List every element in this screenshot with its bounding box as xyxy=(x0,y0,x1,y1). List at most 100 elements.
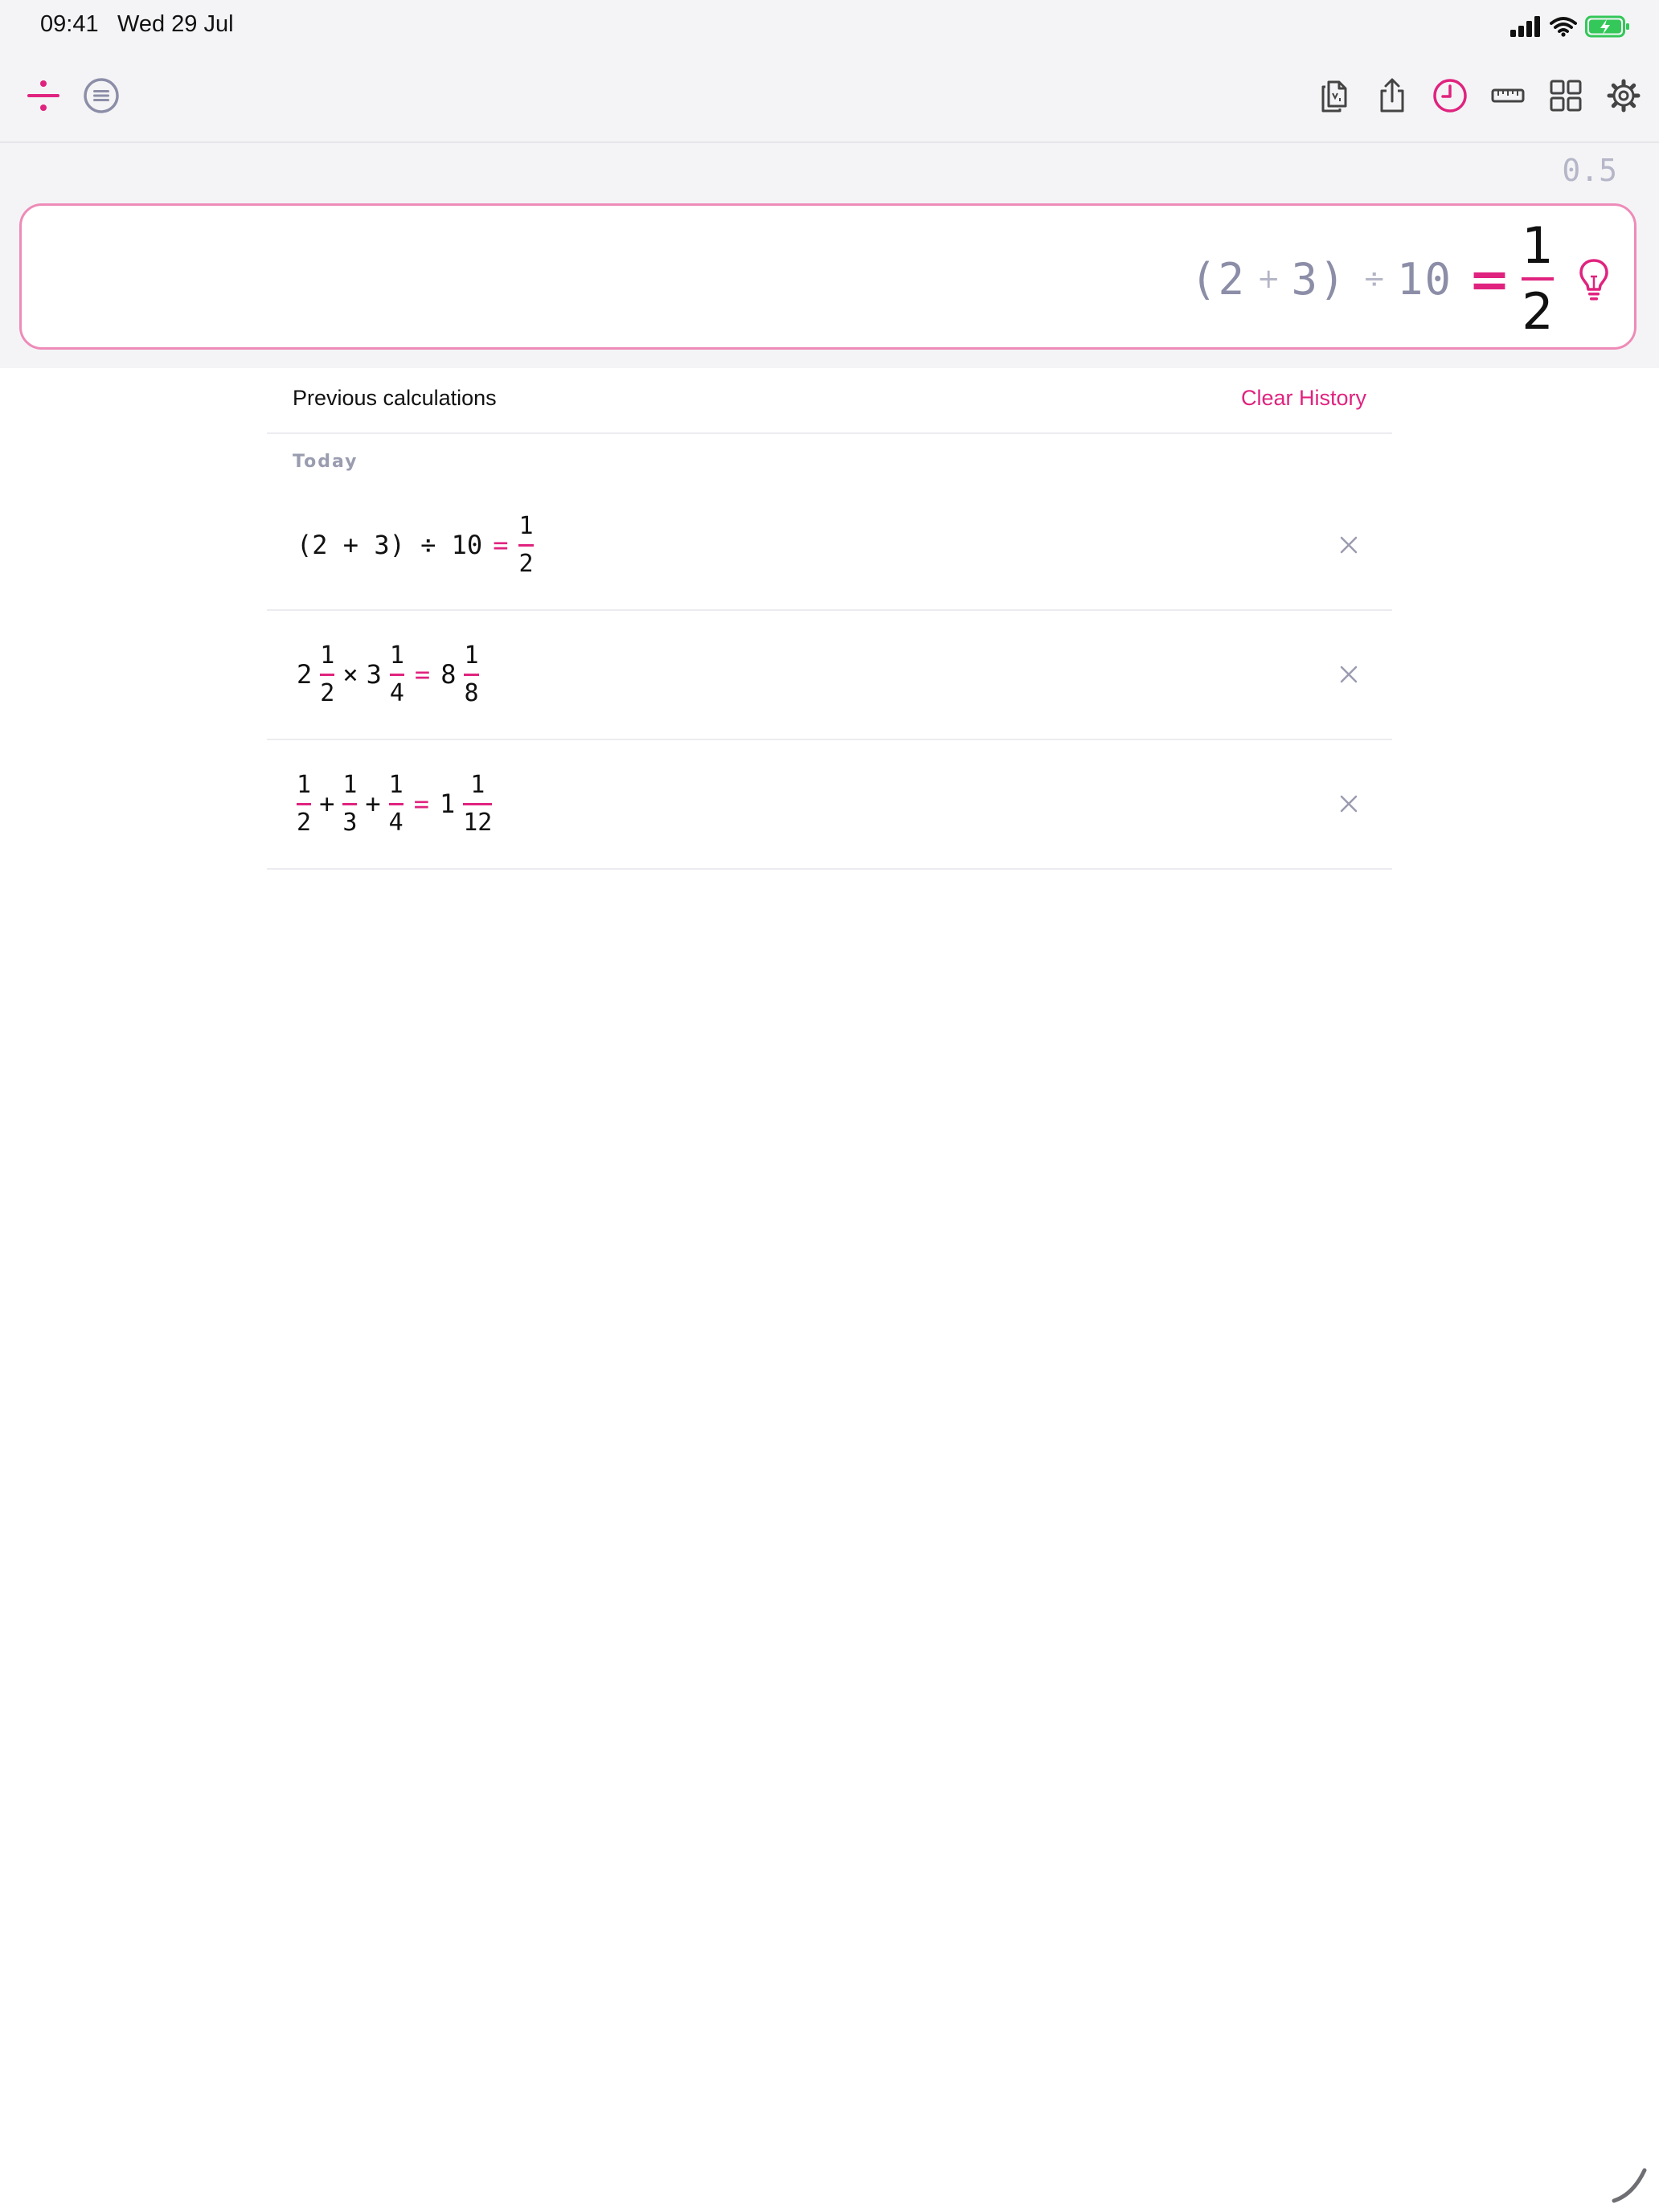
fraction-bar xyxy=(389,673,404,676)
scribble-indicator-icon xyxy=(1612,2168,1647,2203)
fraction-bar xyxy=(518,543,534,547)
clear-history-button[interactable]: Clear History xyxy=(1241,386,1366,411)
copy-button[interactable] xyxy=(1309,68,1360,124)
layout-button[interactable] xyxy=(1540,68,1591,124)
fraction-numerator: 1 xyxy=(320,641,335,670)
history-section-label: Today xyxy=(293,452,358,472)
fraction-bar xyxy=(297,802,312,805)
history-row[interactable]: 1 2 + 1 3 + 1 4 = 1 1 12 xyxy=(267,739,1392,870)
menu-button[interactable] xyxy=(76,68,127,124)
grid-icon xyxy=(1550,80,1582,112)
fraction-numerator: 1 xyxy=(342,770,358,799)
fraction-denominator: 2 xyxy=(320,678,335,707)
fraction-denominator: 4 xyxy=(389,678,404,707)
whole-number: 2 xyxy=(297,659,313,690)
history-row[interactable]: (2 + 3) ÷ 10 = 1 2 xyxy=(267,481,1392,611)
fraction-numerator: 1 xyxy=(388,770,403,799)
operator: + xyxy=(365,789,381,819)
cellular-signal-icon xyxy=(1510,16,1540,37)
status-time: 09:41 xyxy=(40,11,99,37)
previous-result: 0.5 xyxy=(1562,153,1617,188)
history-result-fraction: 1 2 xyxy=(518,511,534,580)
expr-operand-a: 2 xyxy=(1218,253,1246,305)
fraction-bar xyxy=(320,673,335,676)
expression-input[interactable]: ( 2 + 3 ) ÷ 10 = 1 2 xyxy=(19,203,1636,350)
fraction-bar xyxy=(1522,277,1554,281)
menu-circle-icon xyxy=(84,78,119,113)
history-header: Previous calculations Clear History xyxy=(267,368,1392,434)
result-denominator: 2 xyxy=(1522,282,1554,341)
fraction: 1 3 xyxy=(342,770,358,838)
history-button[interactable] xyxy=(1424,68,1476,124)
fraction-denominator: 12 xyxy=(463,808,493,837)
units-button[interactable] xyxy=(1482,68,1534,124)
fraction-bar xyxy=(463,802,493,805)
expr-close-paren: ) xyxy=(1319,253,1347,305)
history-equals: = xyxy=(413,789,429,819)
fraction: 1 4 xyxy=(389,641,404,709)
ruler-icon xyxy=(1491,88,1525,103)
whole-number: 3 xyxy=(366,659,382,690)
history-equals: = xyxy=(493,530,509,560)
fraction-numerator: 1 xyxy=(518,511,534,540)
fraction-bar xyxy=(464,673,479,676)
fraction-denominator: 2 xyxy=(297,808,312,837)
status-bar: 09:41 Wed 29 Jul xyxy=(0,0,1659,51)
whole-number: 8 xyxy=(440,659,457,690)
fraction-bar xyxy=(388,802,403,805)
toolbar xyxy=(0,68,1659,124)
history-equals: = xyxy=(414,659,431,690)
history-icon xyxy=(1433,79,1467,113)
expr-operator-divide: ÷ xyxy=(1362,263,1387,295)
operator: + xyxy=(319,789,335,819)
fraction-numerator: 1 xyxy=(297,770,312,799)
history-row[interactable]: 2 1 2 × 3 1 4 = 8 1 8 xyxy=(267,610,1392,740)
fraction-denominator: 8 xyxy=(464,678,479,707)
history-result-fraction: 1 12 xyxy=(463,770,493,838)
expr-operator-plus: + xyxy=(1256,263,1280,295)
expr-open-paren: ( xyxy=(1190,253,1219,305)
expr-operand-c: 10 xyxy=(1397,253,1453,305)
fraction: 1 2 xyxy=(320,641,335,709)
divide-icon xyxy=(27,80,59,111)
expr-operand-b: 3 xyxy=(1291,253,1319,305)
result-numerator: 1 xyxy=(1522,216,1554,275)
status-icons xyxy=(1509,13,1630,40)
wifi-icon xyxy=(1550,17,1577,37)
fraction-numerator: 1 xyxy=(470,770,485,799)
fraction: 1 2 xyxy=(297,770,312,838)
history-result-fraction: 1 8 xyxy=(464,641,479,709)
lightbulb-icon xyxy=(1579,259,1608,301)
fraction-denominator: 2 xyxy=(518,549,534,578)
delete-history-button[interactable] xyxy=(1331,657,1366,692)
fraction-denominator: 4 xyxy=(388,808,403,837)
delete-history-button[interactable] xyxy=(1331,786,1366,821)
close-icon xyxy=(1340,536,1358,554)
status-date: Wed 29 Jul xyxy=(117,11,234,37)
toolbar-divider xyxy=(0,141,1659,143)
fraction-denominator: 3 xyxy=(342,808,358,837)
gear-icon xyxy=(1607,79,1641,113)
calculator-mode-button[interactable] xyxy=(18,68,69,124)
settings-button[interactable] xyxy=(1598,68,1649,124)
operator: × xyxy=(342,659,358,690)
whole-number: 1 xyxy=(439,789,456,819)
history-expression: (2 + 3) ÷ 10 = 1 2 xyxy=(293,481,538,609)
history-expression: 1 2 + 1 3 + 1 4 = 1 1 12 xyxy=(293,739,496,868)
history-expr-text: (2 + 3) ÷ 10 xyxy=(297,530,483,560)
fraction: 1 4 xyxy=(388,770,403,838)
battery-charging-icon xyxy=(1585,15,1629,38)
fraction-numerator: 1 xyxy=(464,641,479,670)
expression-line: ( 2 + 3 ) ÷ 10 = 1 2 xyxy=(1190,206,1554,352)
close-icon xyxy=(1340,795,1358,813)
fraction-bar xyxy=(342,802,358,805)
hint-button[interactable] xyxy=(1578,257,1610,302)
share-icon xyxy=(1380,78,1404,113)
result-fraction[interactable]: 1 2 xyxy=(1522,216,1554,342)
delete-history-button[interactable] xyxy=(1331,527,1366,563)
expr-equals: = xyxy=(1469,249,1510,309)
copy-icon xyxy=(1321,80,1347,113)
share-button[interactable] xyxy=(1366,68,1418,124)
history-title: Previous calculations xyxy=(293,386,497,410)
fraction-numerator: 1 xyxy=(389,641,404,670)
